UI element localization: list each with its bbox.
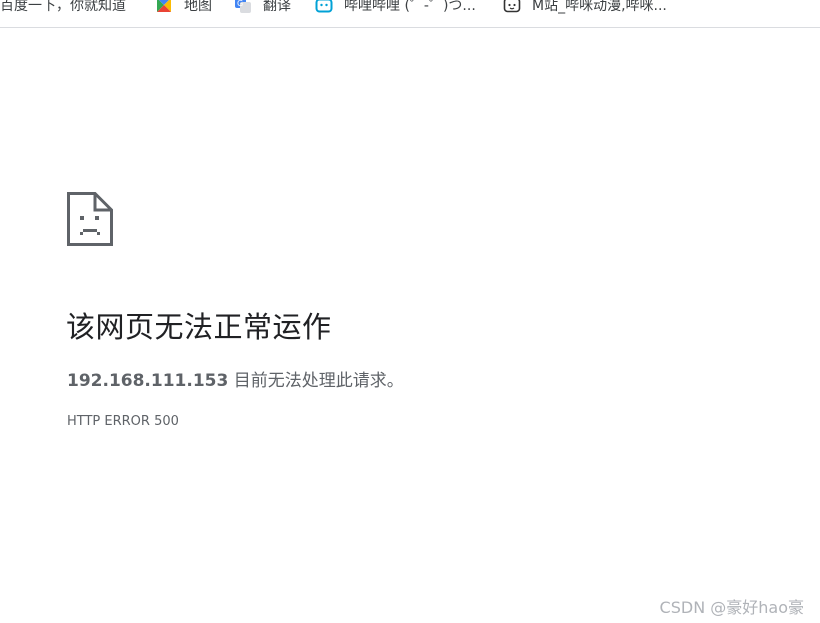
bookmark-label: 翻译: [263, 0, 291, 14]
bookmark-map[interactable]: 地图: [155, 0, 212, 15]
error-message: 目前无法处理此请求。: [228, 371, 404, 391]
bilibili-icon: [315, 0, 333, 13]
sad-document-icon: [67, 192, 113, 246]
error-code: HTTP ERROR 500: [67, 414, 179, 429]
bookmark-label: M站_哔咪动漫,哔咪...: [532, 0, 667, 14]
bookmark-acfun[interactable]: M站_哔咪动漫,哔咪...: [503, 0, 667, 15]
error-description: 192.168.111.153 目前无法处理此请求。: [67, 366, 404, 391]
bookmark-translate[interactable]: G 翻译: [234, 0, 291, 15]
translate-icon: G: [235, 0, 251, 13]
bookmark-label: 地图: [184, 0, 212, 14]
error-host: 192.168.111.153: [67, 371, 229, 391]
map-icon: [157, 0, 171, 12]
bookmark-baidu[interactable]: 百度一下，你就知道: [0, 0, 126, 15]
svg-text:G: G: [237, 0, 243, 8]
bookmarks-bar: 百度一下，你就知道 地图 G 翻译 哔哩哔哩 (゜-゜)つ... M站_哔咪动漫…: [0, 0, 820, 28]
acfun-icon: [503, 0, 521, 13]
watermark: CSDN @豪好hao豪: [659, 598, 804, 617]
bookmark-label: 百度一下，你就知道: [0, 0, 126, 14]
bookmark-label: 哔哩哔哩 (゜-゜)つ...: [344, 0, 476, 14]
error-title: 该网页无法正常运作: [66, 310, 332, 344]
bookmark-bilibili[interactable]: 哔哩哔哩 (゜-゜)つ...: [315, 0, 476, 15]
